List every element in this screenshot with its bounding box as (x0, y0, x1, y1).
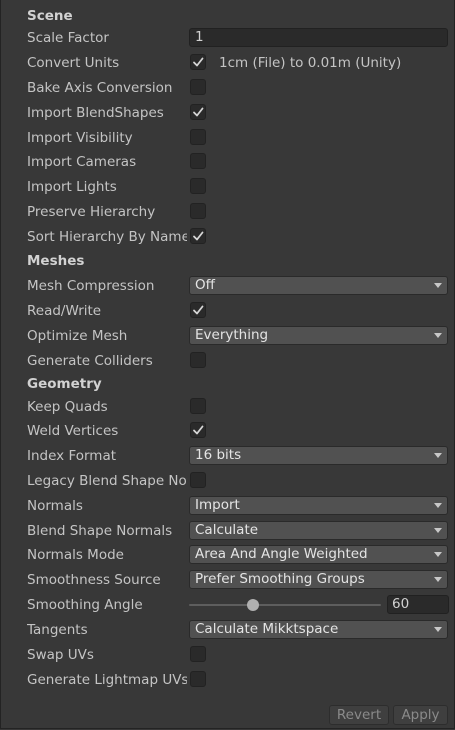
checkmark-icon (193, 305, 204, 315)
chevron-down-icon (434, 577, 442, 582)
keep-quads-label: Keep Quads (27, 399, 108, 415)
chevron-down-icon (434, 283, 442, 288)
optimize-mesh-value: Everything (195, 327, 269, 343)
checkmark-icon (193, 57, 204, 67)
import-cameras-label: Import Cameras (27, 154, 137, 170)
normals-value: Import (195, 497, 240, 513)
keep-quads-checkbox[interactable] (190, 398, 206, 414)
weld-vertices-label: Weld Vertices (27, 423, 119, 439)
read-write-checkbox[interactable] (190, 302, 206, 318)
normals-mode-dropdown[interactable]: Area And Angle Weighted (189, 545, 448, 564)
mesh-compression-label: Mesh Compression (27, 278, 155, 294)
scale-factor-input[interactable]: 1 (189, 28, 448, 47)
smoothing-angle-label: Smoothing Angle (27, 597, 143, 613)
smoothing-angle-input[interactable]: 60 (387, 595, 449, 614)
mesh-compression-value: Off (195, 277, 215, 293)
import-blendshapes-checkbox[interactable] (190, 104, 206, 120)
index-format-dropdown[interactable]: 16 bits (189, 446, 448, 465)
tangents-label: Tangents (27, 622, 88, 638)
sort-hierarchy-label: Sort Hierarchy By Name (27, 229, 187, 245)
smoothness-source-dropdown[interactable]: Prefer Smoothing Groups (189, 570, 448, 589)
normals-dropdown[interactable]: Import (189, 496, 448, 515)
apply-button[interactable]: Apply (393, 705, 448, 725)
generate-lightmap-checkbox[interactable] (190, 671, 206, 687)
smoothing-angle-slider-track[interactable] (189, 604, 381, 606)
swap-uvs-label: Swap UVs (27, 647, 94, 663)
optimize-mesh-label: Optimize Mesh (27, 328, 128, 344)
normals-label: Normals (27, 498, 83, 514)
import-blendshapes-label: Import BlendShapes (27, 105, 164, 121)
generate-colliders-checkbox[interactable] (190, 352, 206, 368)
swap-uvs-checkbox[interactable] (190, 646, 206, 662)
preserve-hierarchy-checkbox[interactable] (190, 203, 206, 219)
optimize-mesh-dropdown[interactable]: Everything (189, 326, 448, 345)
convert-units-checkbox[interactable] (190, 54, 206, 70)
chevron-down-icon (434, 528, 442, 533)
chevron-down-icon (434, 552, 442, 557)
index-format-value: 16 bits (195, 447, 242, 463)
section-header-meshes: Meshes (27, 253, 85, 269)
checkmark-icon (193, 107, 204, 117)
legacy-blend-checkbox[interactable] (190, 472, 206, 488)
import-visibility-checkbox[interactable] (190, 129, 206, 145)
smoothness-source-label: Smoothness Source (27, 572, 161, 588)
revert-button[interactable]: Revert (329, 705, 389, 725)
section-header-geometry: Geometry (27, 376, 102, 392)
mesh-compression-dropdown[interactable]: Off (189, 276, 448, 295)
checkmark-icon (193, 231, 204, 241)
chevron-down-icon (434, 627, 442, 632)
weld-vertices-checkbox[interactable] (190, 422, 206, 438)
chevron-down-icon (434, 503, 442, 508)
normals-mode-label: Normals Mode (27, 547, 124, 563)
normals-mode-value: Area And Angle Weighted (195, 546, 368, 562)
blend-shape-normals-dropdown[interactable]: Calculate (189, 521, 448, 540)
tangents-value: Calculate Mikktspace (195, 621, 339, 637)
section-header-scene: Scene (27, 8, 73, 24)
tangents-dropdown[interactable]: Calculate Mikktspace (189, 620, 448, 639)
chevron-down-icon (434, 453, 442, 458)
blend-shape-normals-value: Calculate (195, 522, 259, 538)
import-lights-label: Import Lights (27, 179, 117, 195)
checkmark-icon (193, 425, 204, 435)
smoothing-angle-slider-thumb[interactable] (246, 599, 259, 611)
read-write-label: Read/Write (27, 303, 102, 319)
generate-lightmap-label: Generate Lightmap UVs (27, 672, 187, 688)
import-visibility-label: Import Visibility (27, 130, 133, 146)
bake-axis-label: Bake Axis Conversion (27, 80, 173, 96)
legacy-blend-label: Legacy Blend Shape Normals (27, 473, 187, 489)
index-format-label: Index Format (27, 448, 117, 464)
preserve-hierarchy-label: Preserve Hierarchy (27, 204, 156, 220)
blend-shape-normals-label: Blend Shape Normals (27, 523, 173, 539)
import-cameras-checkbox[interactable] (190, 153, 206, 169)
chevron-down-icon (434, 333, 442, 338)
generate-colliders-label: Generate Colliders (27, 353, 153, 369)
convert-units-label: Convert Units (27, 55, 120, 71)
scale-factor-label: Scale Factor (27, 30, 109, 46)
sort-hierarchy-checkbox[interactable] (190, 228, 206, 244)
bake-axis-checkbox[interactable] (190, 79, 206, 95)
import-lights-checkbox[interactable] (190, 178, 206, 194)
convert-units-description: 1cm (File) to 0.01m (Unity) (219, 55, 402, 71)
smoothness-source-value: Prefer Smoothing Groups (195, 571, 365, 587)
inspector-panel: Scene Scale Factor 1 Convert Units 1cm (… (0, 0, 455, 729)
